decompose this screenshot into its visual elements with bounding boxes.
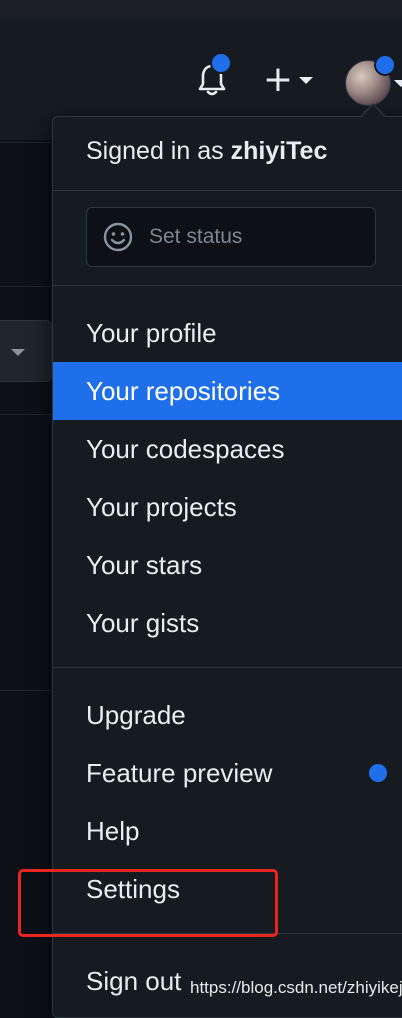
signed-in-header: Signed in as zhiyiTec — [86, 137, 327, 166]
plus-icon: + — [262, 59, 294, 100]
background-divider — [0, 414, 60, 415]
menu-item-your-profile[interactable]: Your profile — [53, 304, 402, 362]
background-divider — [0, 286, 60, 287]
annotation-highlight-box — [18, 869, 278, 937]
notification-indicator — [210, 52, 232, 74]
create-new-button[interactable]: + — [258, 58, 318, 102]
menu-item-help[interactable]: Help — [53, 802, 402, 860]
set-status-button[interactable]: Set status — [86, 207, 376, 267]
chevron-down-icon — [299, 76, 314, 84]
menu-divider — [53, 667, 402, 668]
background-divider — [0, 690, 60, 691]
background-divider — [0, 142, 60, 143]
menu-item-your-repositories[interactable]: Your repositories — [53, 362, 402, 420]
set-status-label: Set status — [149, 225, 243, 248]
chevron-down-icon — [11, 349, 25, 356]
smiley-icon — [103, 222, 133, 252]
chevron-down-icon[interactable] — [394, 80, 402, 87]
menu-item-upgrade[interactable]: Upgrade — [53, 686, 402, 744]
username: zhiyiTec — [230, 137, 328, 165]
watermark: https://blog.csdn.net/zhiyikeji — [190, 978, 402, 997]
menu-item-your-codespaces[interactable]: Your codespaces — [53, 420, 402, 478]
window-top-strip — [0, 0, 402, 18]
dropdown-pointer-fill — [362, 105, 384, 117]
background-select[interactable] — [0, 320, 52, 382]
menu-item-your-projects[interactable]: Your projects — [53, 478, 402, 536]
menu-divider — [53, 190, 402, 191]
menu-divider — [53, 285, 402, 286]
menu-item-your-stars[interactable]: Your stars — [53, 536, 402, 594]
signed-in-prefix: Signed in as — [86, 137, 224, 165]
menu-item-your-gists[interactable]: Your gists — [53, 594, 402, 652]
menu-item-feature-preview[interactable]: Feature preview — [53, 744, 402, 802]
new-feature-indicator — [369, 764, 387, 782]
menu-item-label: Feature preview — [86, 757, 273, 788]
avatar-indicator — [374, 54, 396, 76]
